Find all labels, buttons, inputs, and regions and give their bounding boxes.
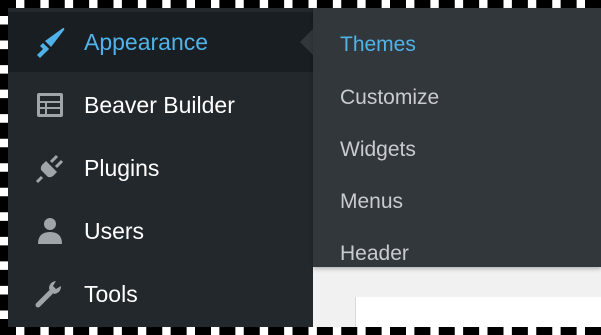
- sidebar-item-beaver-builder[interactable]: Beaver Builder: [8, 75, 313, 135]
- content-panel: [355, 297, 601, 327]
- submenu-item-header[interactable]: Header: [340, 242, 409, 266]
- submenu-pointer: [300, 29, 313, 55]
- appearance-submenu: Themes Customize Widgets Menus Header: [313, 8, 601, 267]
- sidebar-item-label: Beaver Builder: [84, 91, 235, 118]
- sidebar-item-appearance[interactable]: Appearance: [8, 12, 313, 72]
- grid-layout-icon: [33, 88, 67, 122]
- sidebar-item-label: Tools: [84, 280, 138, 307]
- wrench-icon: [33, 277, 67, 311]
- sidebar-item-label: Users: [84, 217, 145, 244]
- admin-sidebar: Appearance Beaver Builder Plugins Users …: [8, 8, 313, 327]
- sidebar-item-label: Appearance: [84, 28, 209, 55]
- submenu-item-themes[interactable]: Themes: [340, 33, 416, 57]
- sidebar-item-tools[interactable]: Tools: [8, 264, 313, 324]
- paintbrush-icon: [33, 25, 67, 59]
- plug-icon: [33, 151, 67, 185]
- submenu-item-menus[interactable]: Menus: [340, 190, 403, 214]
- submenu-item-widgets[interactable]: Widgets: [340, 138, 416, 162]
- submenu-item-customize[interactable]: Customize: [340, 86, 439, 110]
- sidebar-item-plugins[interactable]: Plugins: [8, 138, 313, 198]
- sidebar-item-label: Plugins: [84, 154, 160, 181]
- sidebar-item-users[interactable]: Users: [8, 201, 313, 261]
- user-icon: [33, 214, 67, 248]
